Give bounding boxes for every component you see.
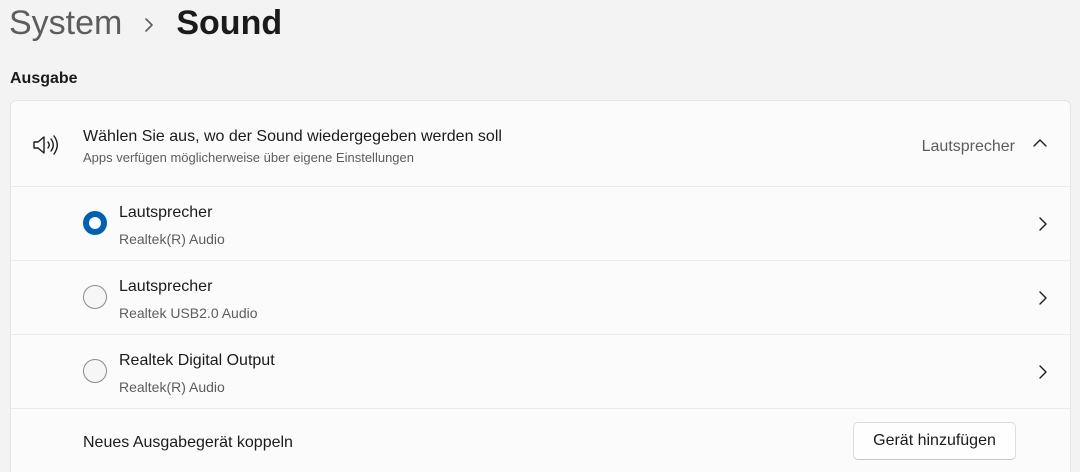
- device-row-lautsprecher-realtek[interactable]: Lautsprecher Realtek(R) Audio: [11, 186, 1070, 260]
- breadcrumb-system-link[interactable]: System: [9, 6, 122, 40]
- output-selector-subtitle: Apps verfügen möglicherweise über eigene…: [83, 150, 414, 165]
- device-radio[interactable]: [83, 285, 107, 309]
- section-title-ausgabe: Ausgabe: [10, 70, 78, 87]
- page-title: Sound: [176, 4, 283, 42]
- device-row-lautsprecher-usb[interactable]: Lautsprecher Realtek USB2.0 Audio: [11, 260, 1070, 334]
- device-driver: Realtek(R) Audio: [119, 231, 225, 247]
- pair-new-device-row: Neues Ausgabegerät koppeln Gerät hinzufü…: [11, 408, 1070, 472]
- device-driver: Realtek(R) Audio: [119, 379, 225, 395]
- add-device-button[interactable]: Gerät hinzufügen: [853, 422, 1016, 460]
- device-row-realtek-digital-output[interactable]: Realtek Digital Output Realtek(R) Audio: [11, 334, 1070, 408]
- chevron-right-icon[interactable]: [1038, 216, 1048, 232]
- pair-new-device-label: Neues Ausgabegerät koppeln: [83, 434, 293, 451]
- chevron-right-icon[interactable]: [1038, 290, 1048, 306]
- current-output-value: Lautsprecher: [921, 138, 1015, 155]
- device-radio-selected[interactable]: [83, 211, 107, 235]
- breadcrumb-separator-icon: [122, 6, 176, 40]
- device-name: Lautsprecher: [119, 278, 213, 295]
- chevron-up-icon[interactable]: [1032, 137, 1048, 149]
- output-card: Wählen Sie aus, wo der Sound wiedergegeb…: [10, 100, 1071, 472]
- chevron-right-icon[interactable]: [1038, 364, 1048, 380]
- device-name: Lautsprecher: [119, 204, 213, 221]
- device-driver: Realtek USB2.0 Audio: [119, 305, 258, 321]
- speaker-icon: [33, 135, 58, 155]
- device-radio[interactable]: [83, 359, 107, 383]
- output-selector-header[interactable]: Wählen Sie aus, wo der Sound wiedergegeb…: [11, 101, 1070, 186]
- output-selector-title: Wählen Sie aus, wo der Sound wiedergegeb…: [83, 128, 502, 145]
- device-name: Realtek Digital Output: [119, 352, 275, 369]
- sound-settings-page: System Sound Ausgabe Wählen Sie aus, wo …: [0, 0, 1080, 472]
- breadcrumb: System Sound: [9, 0, 282, 46]
